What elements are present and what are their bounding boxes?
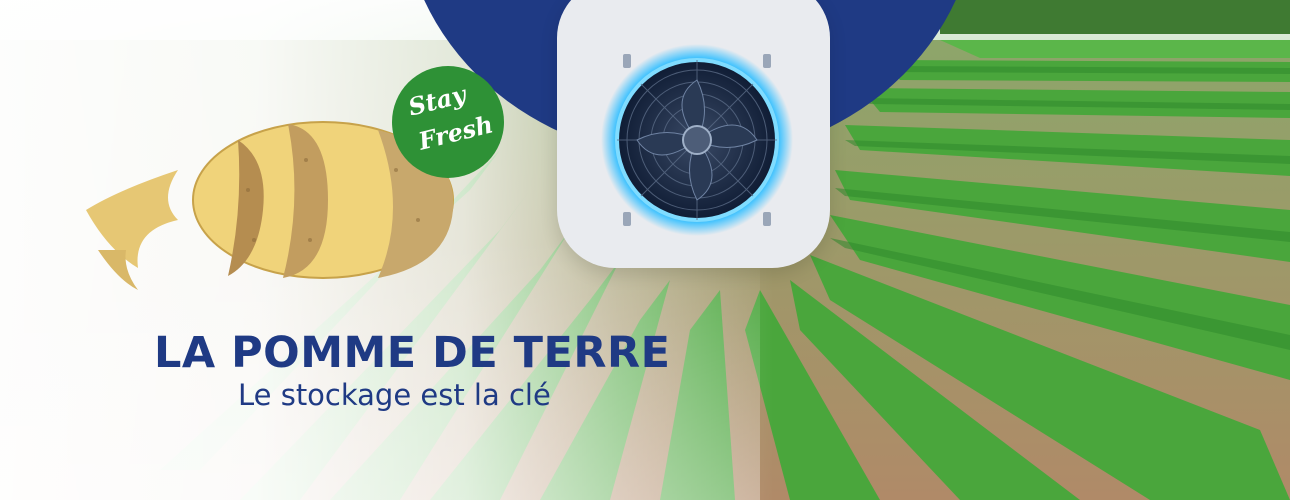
- stay-fresh-badge: Stay Fresh: [392, 66, 504, 178]
- fan-card: [557, 0, 830, 268]
- ventilation-fan-icon: [601, 44, 793, 236]
- headline: LA POMME DE TERRE: [154, 328, 671, 378]
- hero-banner: Stay Fresh LA POMME DE TERRE Le stockage…: [0, 0, 1290, 500]
- subheadline: Le stockage est la clé: [238, 378, 551, 412]
- badge-line-1: Stay: [405, 79, 469, 122]
